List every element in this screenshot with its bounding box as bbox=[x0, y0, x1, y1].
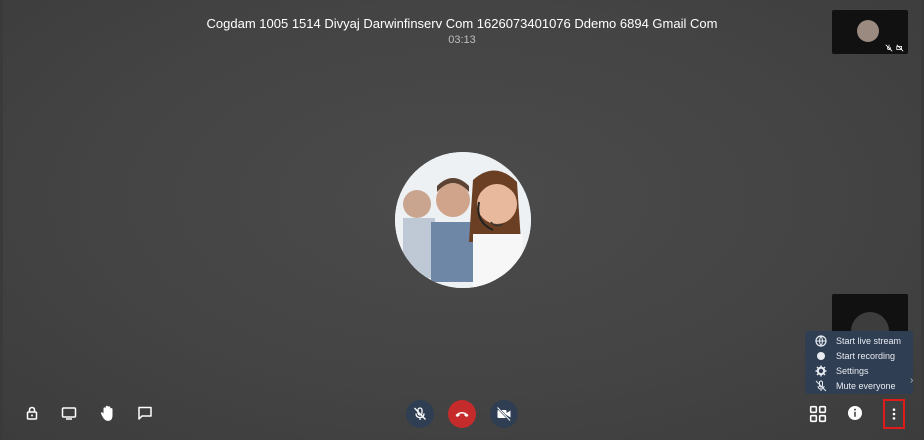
chat-button[interactable] bbox=[137, 405, 153, 421]
info-icon bbox=[848, 406, 862, 420]
video-off-icon bbox=[896, 44, 904, 52]
hangup-button[interactable] bbox=[448, 400, 476, 428]
globe-icon bbox=[814, 334, 828, 347]
mic-off-icon bbox=[885, 44, 893, 52]
tile-view-button[interactable] bbox=[809, 405, 827, 423]
security-button[interactable] bbox=[24, 405, 40, 421]
video-toggle-button[interactable] bbox=[490, 400, 518, 428]
more-options-icon bbox=[892, 408, 896, 420]
record-icon bbox=[814, 350, 828, 362]
menu-item-live-stream[interactable]: Start live stream bbox=[805, 333, 913, 348]
menu-item-label: Settings bbox=[836, 365, 869, 376]
chat-icon bbox=[138, 406, 152, 420]
mic-off-icon bbox=[814, 380, 828, 392]
thumbnail-avatar bbox=[857, 20, 879, 42]
menu-item-settings[interactable]: Settings bbox=[805, 363, 913, 378]
call-title: Cogdam 1005 1514 Divyaj Darwinfinserv Co… bbox=[206, 16, 718, 31]
info-button[interactable] bbox=[847, 405, 863, 421]
left-edge bbox=[0, 0, 3, 440]
raise-hand-button[interactable] bbox=[99, 404, 117, 422]
menu-item-label: Mute everyone bbox=[836, 380, 896, 391]
video-off-icon bbox=[496, 406, 511, 422]
screen-share-icon bbox=[61, 407, 77, 420]
lock-icon bbox=[26, 406, 38, 420]
mute-mic-button[interactable] bbox=[406, 400, 434, 428]
menu-item-recording[interactable]: Start recording bbox=[805, 348, 913, 363]
hangup-icon bbox=[455, 412, 469, 417]
thumbnail-status bbox=[885, 44, 904, 52]
screen-share-button[interactable] bbox=[61, 405, 77, 421]
menu-item-label: Start live stream bbox=[836, 335, 902, 346]
menu-item-mute-everyone[interactable]: Mute everyone bbox=[805, 378, 913, 393]
tile-view-icon bbox=[809, 405, 827, 423]
more-options-menu: Start live stream Start recording Settin… bbox=[805, 331, 913, 394]
raise-hand-icon bbox=[100, 405, 113, 421]
chevron-right-icon: › bbox=[910, 375, 914, 386]
call-timer: 03:13 bbox=[448, 34, 476, 46]
mic-off-icon bbox=[414, 407, 426, 420]
gear-icon bbox=[814, 365, 828, 377]
menu-item-label: Start recording bbox=[836, 350, 896, 361]
more-options-button[interactable] bbox=[883, 399, 905, 429]
participant-avatar bbox=[395, 152, 531, 288]
local-video-thumbnail[interactable] bbox=[832, 10, 908, 54]
